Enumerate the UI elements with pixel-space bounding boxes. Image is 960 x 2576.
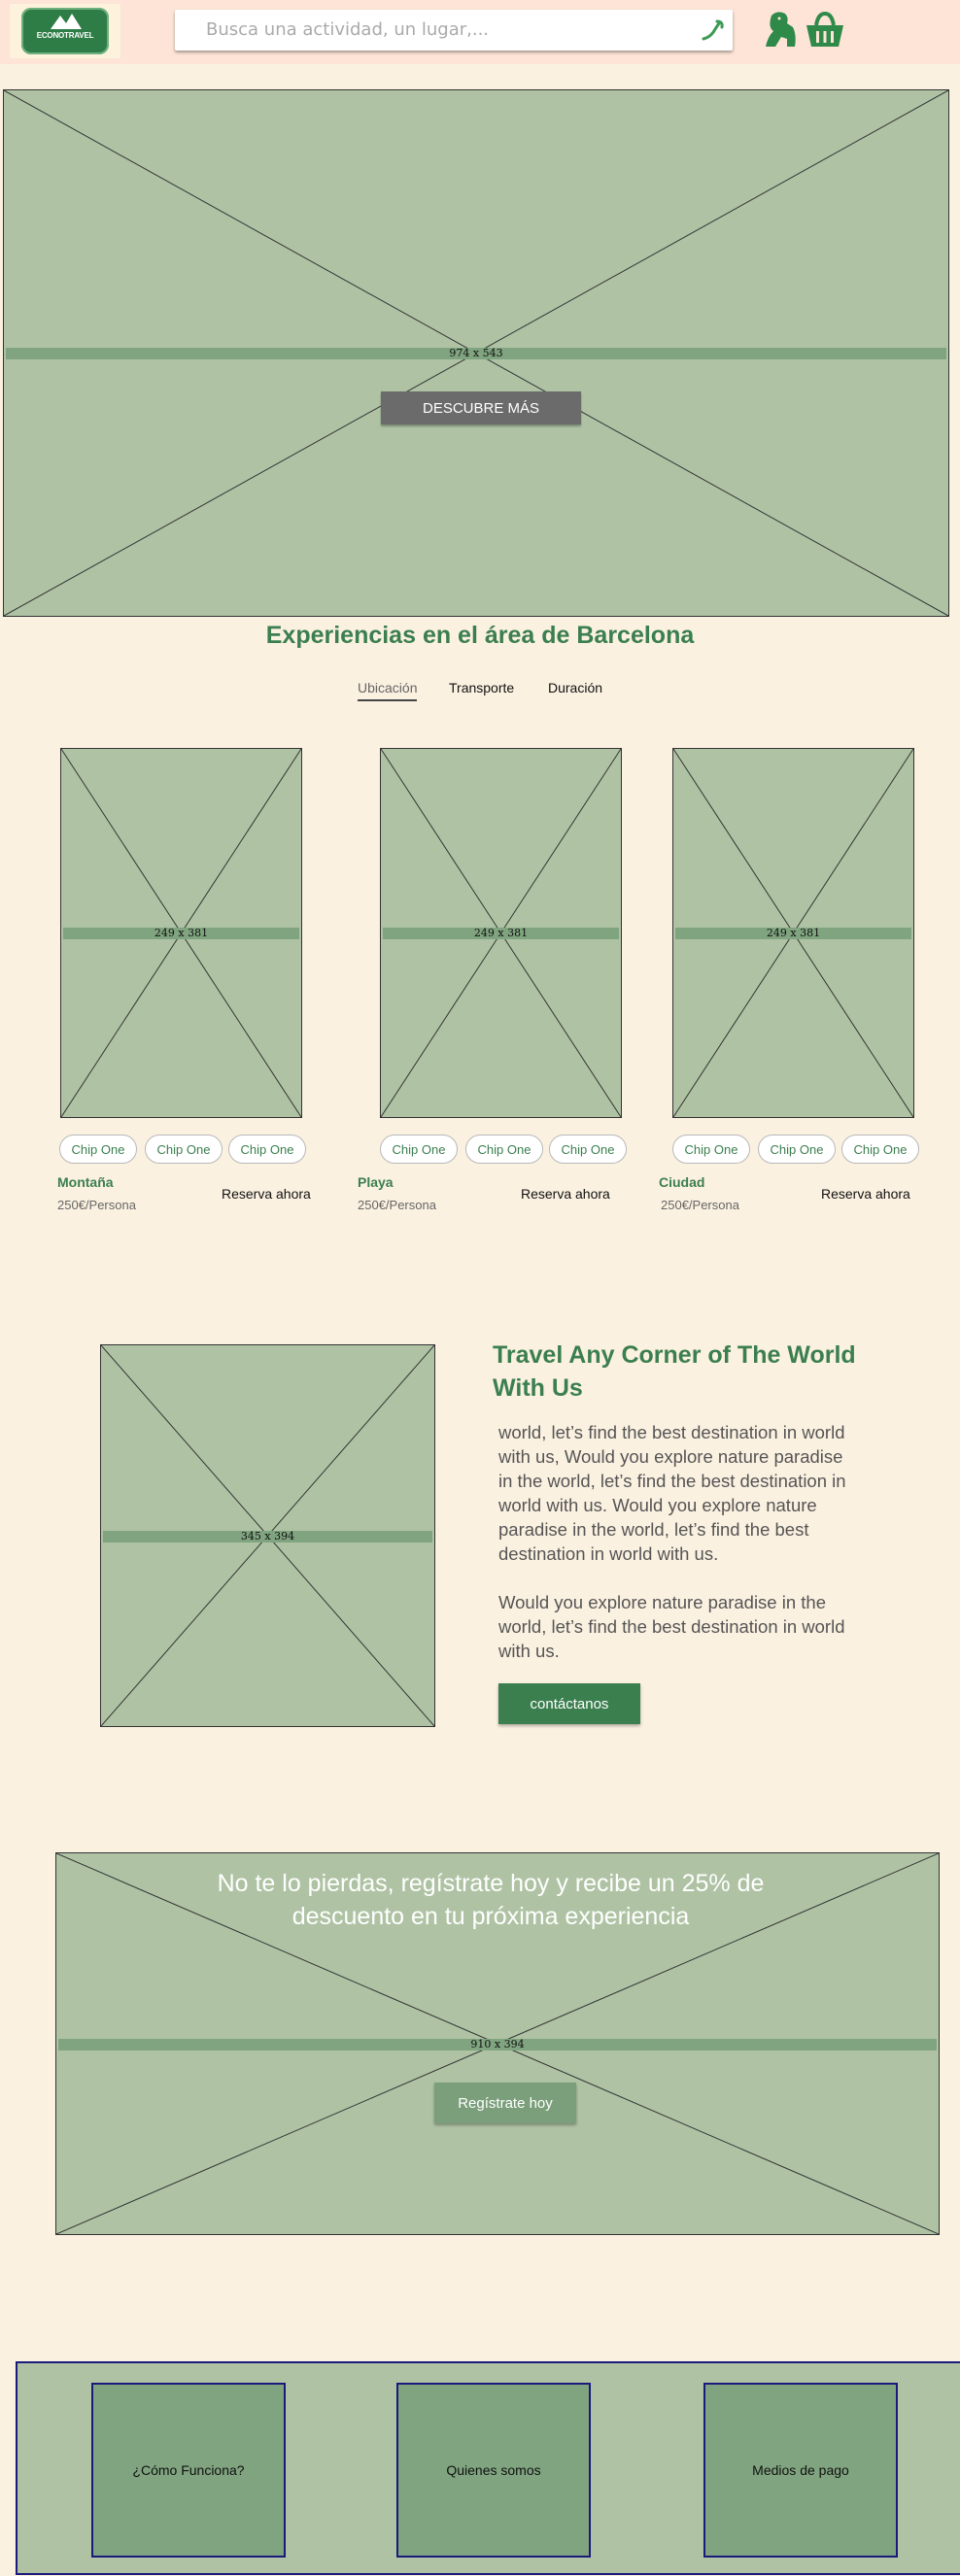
footer-item-label: Medios de pago [752,2462,849,2478]
hero-image: 974 x 543 [3,89,949,617]
basket-icon[interactable] [803,8,847,52]
footer-how-it-works[interactable]: ¿Cómo Funciona? [91,2383,286,2558]
chip[interactable]: Chip One [145,1135,223,1164]
gorilla-icon[interactable] [758,8,803,52]
search-bar[interactable] [175,10,733,51]
footer-payment-methods[interactable]: Medios de pago [703,2383,898,2558]
card-price: 250€/Persona [661,1198,739,1212]
chip[interactable]: Chip One [228,1135,306,1164]
travel-image-size: 345 x 394 [240,1530,295,1542]
book-now-link[interactable]: Reserva ahora [821,1186,910,1202]
card-name: Montaña [57,1174,114,1190]
chip[interactable]: Chip One [549,1135,627,1164]
mountain-icon [51,14,82,29]
footer: ¿Cómo Funciona? Quienes somos Medios de … [16,2361,960,2575]
logo-text: ECONOTRAVEL [36,31,94,40]
travel-title: Travel Any Corner of The World With Us [493,1341,856,1402]
card-image-montana[interactable]: 249 x 381 [60,748,302,1118]
travel-paragraph-2: Would you explore nature paradise in the… [498,1592,845,1661]
card-image-size: 249 x 381 [473,927,529,939]
card-image-size: 249 x 381 [766,927,821,939]
tab-transporte[interactable]: Transporte [449,680,514,695]
footer-item-label: ¿Cómo Funciona? [132,2462,245,2478]
card-image-playa[interactable]: 249 x 381 [380,748,622,1118]
footer-about-us[interactable]: Quienes somos [396,2383,591,2558]
chip[interactable]: Chip One [380,1135,458,1164]
book-now-link[interactable]: Reserva ahora [222,1186,311,1202]
hero-image-size: 974 x 543 [449,347,503,359]
travel-paragraph-1: world, let’s find the best destination i… [498,1422,846,1564]
logo[interactable]: ECONOTRAVEL [10,4,120,58]
card-name: Playa [358,1174,394,1190]
chip[interactable]: Chip One [758,1135,836,1164]
top-header: ECONOTRAVEL [0,0,960,64]
contact-button[interactable]: contáctanos [498,1683,640,1724]
search-input[interactable] [206,19,672,40]
promo-text: No te lo pierdas, regístrate hoy y recib… [217,1870,765,1930]
logo-badge: ECONOTRAVEL [21,8,109,54]
card-image-size: 249 x 381 [154,927,209,939]
card-image-ciudad[interactable]: 249 x 381 [672,748,914,1118]
tab-ubicacion[interactable]: Ubicación [358,680,418,701]
card-price: 250€/Persona [358,1198,436,1212]
chip[interactable]: Chip One [59,1135,137,1164]
register-button[interactable]: Regístrate hoy [434,2083,576,2123]
chip[interactable]: Chip One [672,1135,750,1164]
tab-duracion[interactable]: Duración [548,680,602,695]
footer-item-label: Quienes somos [446,2462,541,2478]
travel-image: 345 x 394 [100,1344,435,1727]
search-icon[interactable] [698,16,727,45]
experiences-title: Experiencias en el área de Barcelona [265,622,695,649]
chip[interactable]: Chip One [465,1135,543,1164]
card-price: 250€/Persona [57,1198,136,1212]
card-name: Ciudad [659,1174,705,1190]
discover-more-button[interactable]: DESCUBRE MÁS [381,391,581,424]
promo-image-size: 910 x 394 [470,2038,525,2051]
chip[interactable]: Chip One [841,1135,919,1164]
book-now-link[interactable]: Reserva ahora [521,1186,610,1202]
